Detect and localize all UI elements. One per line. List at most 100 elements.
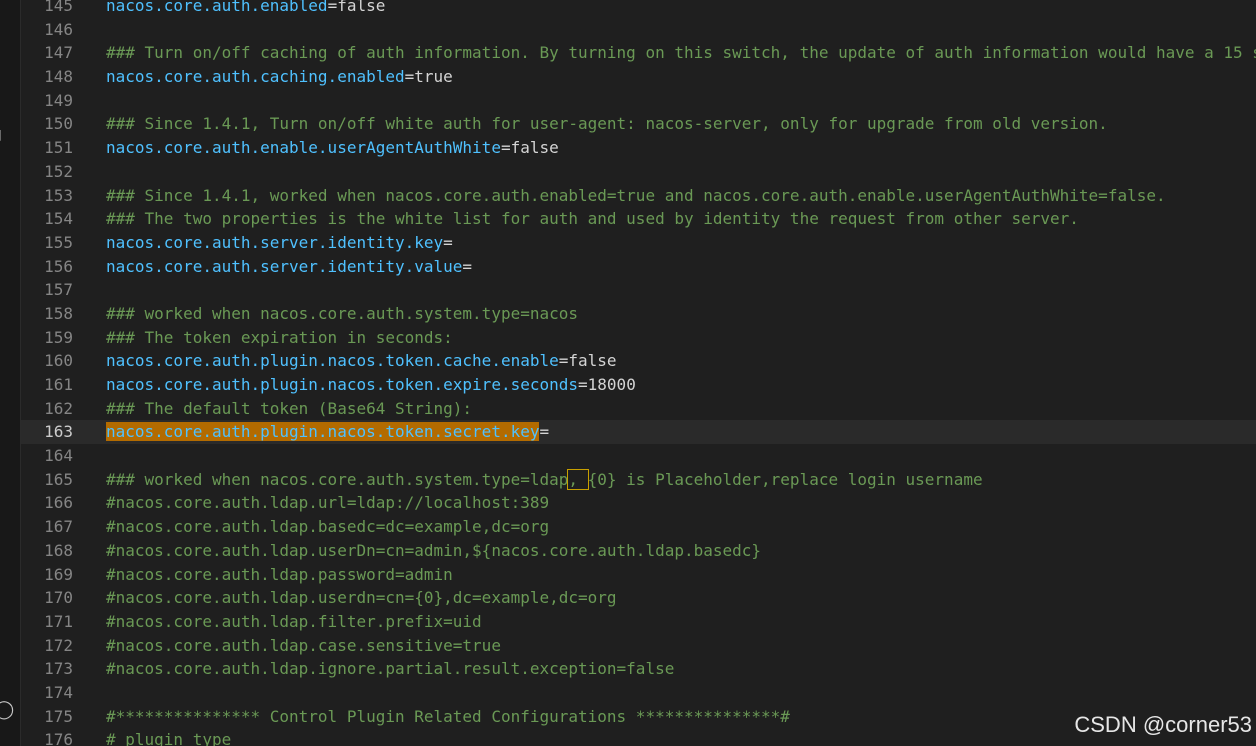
line-code: ### The token expiration in seconds: [106,326,453,350]
value-token: 18000 [587,375,636,394]
code-line[interactable]: 158 ### worked when nacos.core.auth.syste… [21,302,1256,326]
code-line[interactable]: 175 #*************** Control Plugin Relat… [21,705,1256,729]
comment-token: ### The token expiration in seconds: [106,327,453,347]
code-line[interactable]: 159 ### The token expiration in seconds: [21,326,1256,350]
value-token: false [510,138,559,158]
line-number: 169 [44,564,73,584]
code-line[interactable]: 152 [21,160,1256,184]
line-number: 152 [44,161,73,181]
comment-token: ### worked when nacos.core.auth.system.t… [106,303,579,323]
code-line[interactable]: 164 [21,444,1256,468]
comment-token: {0} is Placeholder,replace login usernam… [587,469,983,489]
line-code: #nacos.core.auth.ldap.password=admin [106,563,453,587]
code-line[interactable]: 145 nacos.core.auth.enabled=false [21,0,1256,18]
activity-bar: › › ▯ ◯ [0,0,21,746]
code-editor[interactable]: › › ▯ ◯ 145 nacos.core.auth.enabled=false… [0,0,1256,746]
line-code: ### The two properties is the white list… [106,207,1079,231]
key-token: nacos.core.auth.enable.userAgentAuthWhit… [106,138,501,158]
comment-token: ### Since 1.4.1, worked when nacos.core.… [106,185,1166,205]
code-line[interactable]: 170 #nacos.core.auth.ldap.userdn=cn={0},d… [21,586,1256,610]
code-line[interactable]: 149 [21,89,1256,113]
code-line[interactable]: 160 nacos.core.auth.plugin.nacos.token.ca… [21,349,1256,373]
code-line[interactable]: 156 nacos.core.auth.server.identity.value… [21,255,1256,279]
comment-token: #nacos.core.auth.ldap.filter.prefix=uid [106,611,482,631]
line-code: nacos.core.auth.plugin.nacos.token.cache… [106,349,617,373]
line-code: #*************** Control Plugin Related … [106,705,790,729]
line-code: nacos.core.auth.server.identity.value= [106,255,472,279]
line-code: #nacos.core.auth.ldap.url=ldap://localho… [106,491,549,515]
line-number: 153 [44,185,73,205]
line-code: # plugin type [106,728,231,746]
code-line[interactable]: 153 ### Since 1.4.1, worked when nacos.co… [21,184,1256,208]
code-line[interactable]: 161 nacos.core.auth.plugin.nacos.token.ex… [21,373,1256,397]
code-line[interactable]: 173 #nacos.core.auth.ldap.ignore.partial.… [21,657,1256,681]
code-line[interactable]: 157 [21,278,1256,302]
code-line[interactable]: 154 ### The two properties is the white l… [21,207,1256,231]
comment-token: #*************** Control Plugin Related … [106,706,790,726]
code-line[interactable]: 146 [21,18,1256,42]
line-code: #nacos.core.auth.ldap.userdn=cn={0},dc=e… [106,586,617,610]
line-number: 156 [44,256,73,276]
line-number: 166 [44,493,73,513]
code-line[interactable]: 168 #nacos.core.auth.ldap.userDn=cn=admin… [21,539,1256,563]
comment-token: ### Since 1.4.1, Turn on/off white auth … [106,114,1108,134]
line-number: 175 [44,706,73,726]
key-token: nacos.core.auth.server.identity.key [106,232,444,252]
value-token: false [337,0,386,15]
value-token: = [443,232,453,252]
code-line[interactable]: 162 ### The default token (Base64 String)… [21,397,1256,421]
comment-token: #nacos.core.auth.ldap.ignore.partial.res… [106,659,675,679]
line-code: ### worked when nacos.core.auth.system.t… [106,468,983,492]
comment-token: ### The two properties is the white list… [106,209,1079,229]
line-number: 158 [44,303,73,323]
code-line[interactable]: 166 #nacos.core.auth.ldap.url=ldap://loca… [21,491,1256,515]
comment-token: , [567,468,589,490]
code-line[interactable]: 163 nacos.core.auth.plugin.nacos.token.se… [21,420,1256,445]
value-token: = [404,67,415,87]
comment-token: #nacos.core.auth.ldap.url=ldap://localho… [106,493,550,513]
line-code: ### Since 1.4.1, worked when nacos.core.… [106,184,1166,208]
code-line[interactable]: 169 #nacos.core.auth.ldap.password=admin [21,563,1256,587]
line-code: ### Since 1.4.1, Turn on/off white auth … [106,112,1108,136]
code-line[interactable]: 147 ### Turn on/off caching of auth infor… [21,41,1256,65]
line-number: 145 [44,0,73,15]
line-number: 161 [44,375,73,394]
code-line[interactable]: 165 ### worked when nacos.core.auth.syste… [21,468,1256,492]
comment-token: #nacos.core.auth.ldap.password=admin [106,564,453,584]
line-number: 168 [44,540,73,560]
value-token: false [568,351,617,371]
line-code: nacos.core.auth.enabled=false [106,0,385,18]
comment-token: ### worked when nacos.core.auth.system.t… [106,469,569,489]
code-line[interactable]: 174 [21,681,1256,705]
line-code: #nacos.core.auth.ldap.ignore.partial.res… [106,657,674,681]
comment-token: #nacos.core.auth.ldap.userdn=cn={0},dc=e… [106,588,617,608]
account-icon[interactable]: ◯ [0,701,14,719]
value-token: = [578,375,588,394]
value-token: = [500,138,511,158]
line-number: 159 [44,327,73,347]
code-line[interactable]: 155 nacos.core.auth.server.identity.key= [21,231,1256,255]
line-number: 155 [44,232,73,252]
key-token: nacos.core.auth.plugin.nacos.token.secre… [106,422,540,442]
line-number: 149 [44,90,73,110]
line-number: 150 [44,114,73,134]
key-token: nacos.core.auth.caching.enabled [106,67,405,87]
key-token: nacos.core.auth.server.identity.value [106,256,463,276]
code-line[interactable]: 148 nacos.core.auth.caching.enabled=true [21,65,1256,89]
line-number: 147 [44,43,73,63]
code-line[interactable]: 171 #nacos.core.auth.ldap.filter.prefix=u… [21,610,1256,634]
key-token: nacos.core.auth.plugin.nacos.token.cache… [106,351,559,371]
code-line[interactable]: 151 nacos.core.auth.enable.userAgentAuthW… [21,136,1256,160]
line-code: nacos.core.auth.server.identity.key= [106,231,453,255]
line-number: 165 [44,469,73,489]
code-line[interactable]: 167 #nacos.core.auth.ldap.basedc=dc=examp… [21,515,1256,539]
comment-token: #nacos.core.auth.ldap.case.sensitive=tru… [106,635,501,655]
file-icon[interactable]: ▯ [0,128,2,142]
code-line[interactable]: 150 ### Since 1.4.1, Turn on/off white au… [21,112,1256,136]
code-lines: 145 nacos.core.auth.enabled=false 146 147 ##… [21,0,1256,746]
line-number: 170 [44,588,73,608]
line-code: ### Turn on/off caching of auth informat… [106,41,1256,65]
code-line[interactable]: 172 #nacos.core.auth.ldap.case.sensitive=… [21,634,1256,658]
code-line[interactable]: 176 # plugin type [21,728,1256,746]
line-number: 160 [44,351,73,371]
